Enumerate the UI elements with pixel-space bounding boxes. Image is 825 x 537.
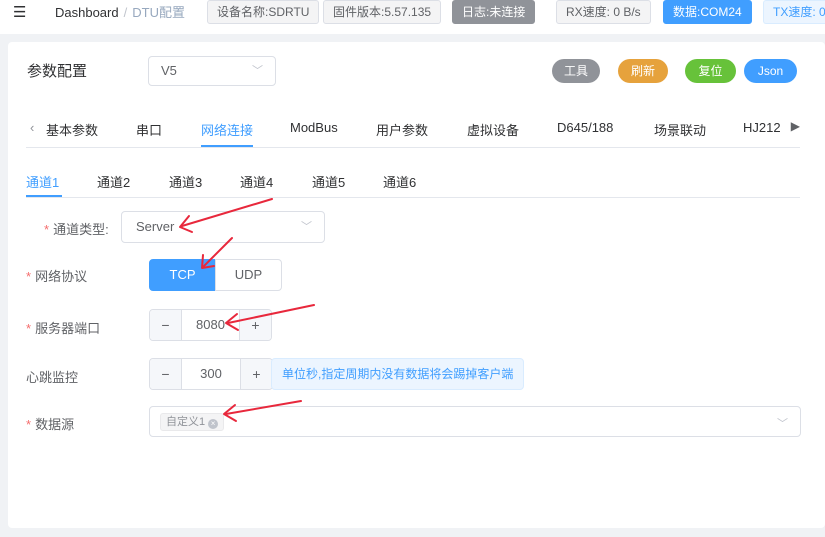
heartbeat-value[interactable]: 300 <box>182 359 240 389</box>
channel-type-value: Server <box>136 219 175 234</box>
firmware-version-tag: 固件版本:5.57.135 <box>323 0 442 24</box>
version-select[interactable]: V5 ﹀ <box>148 56 276 86</box>
top-bar: ☰ Dashboard / DTU配置 设备名称:SDRTU 固件版本:5.57.1… <box>0 0 825 34</box>
channel-type-label: * 通道类型: <box>44 222 109 237</box>
decrement-button[interactable]: − <box>150 359 182 389</box>
tab-hj212[interactable]: HJ212 <box>743 120 781 135</box>
refresh-button[interactable]: 刷新 <box>618 59 668 83</box>
increment-button[interactable]: + <box>240 359 272 389</box>
chevron-down-icon: ﹀ <box>777 418 788 430</box>
breadcrumb-current: DTU配置 <box>132 5 185 20</box>
server-port-value[interactable]: 8080 <box>182 310 239 340</box>
active-channel-indicator <box>26 195 62 197</box>
tab-serial[interactable]: 串口 <box>136 120 162 139</box>
heartbeat-hint: 单位秒,指定周期内没有数据将会踢掉客户端 <box>271 358 525 390</box>
tab-user-params[interactable]: 用户参数 <box>376 120 428 139</box>
tab-basic-params[interactable]: 基本参数 <box>46 120 98 139</box>
tab-virtual-device[interactable]: 虚拟设备 <box>467 120 519 139</box>
chevron-left-icon[interactable]: ‹ <box>30 120 34 135</box>
log-status-tag[interactable]: 日志:未连接 <box>452 0 536 24</box>
server-port-label: * 服务器端口 <box>26 321 101 336</box>
chevron-down-icon: ﹀ <box>301 221 312 233</box>
channel-type-select[interactable]: Server ﹀ <box>121 211 325 243</box>
data-port-tag[interactable]: 数据:COM24 <box>663 0 752 24</box>
tx-speed-tag: TX速度: 0 <box>763 0 825 24</box>
datasource-select[interactable]: 自定义1 × ﹀ <box>149 406 801 437</box>
json-button[interactable]: Json <box>744 59 797 83</box>
rx-speed-tag: RX速度: 0 B/s <box>556 0 651 24</box>
tab-channel-4[interactable]: 通道4 <box>240 172 273 191</box>
device-name-tag: 设备名称:SDRTU <box>207 0 320 24</box>
tools-button[interactable]: 工具 <box>552 59 600 83</box>
chevron-down-icon: ﹀ <box>252 65 263 77</box>
active-tab-indicator <box>201 145 253 147</box>
config-card: 参数配置 V5 ﹀ 工具 刷新 复位 Json ‹ 基本参数 串口 网络连接 M… <box>8 42 825 528</box>
increment-button[interactable]: + <box>239 310 271 340</box>
indent-icon[interactable]: ☰ <box>13 3 26 21</box>
decrement-button[interactable]: − <box>150 310 182 340</box>
datasource-label: * 数据源 <box>26 417 75 432</box>
protocol-label: * 网络协议 <box>26 269 88 284</box>
tab-channel-5[interactable]: 通道5 <box>312 172 345 191</box>
main-tabs: ‹ 基本参数 串口 网络连接 ModBus 用户参数 虚拟设备 D645/188… <box>26 112 800 148</box>
close-icon[interactable]: × <box>208 419 219 429</box>
protocol-tcp-option[interactable]: TCP <box>149 259 216 291</box>
breadcrumb-home[interactable]: Dashboard <box>55 5 119 20</box>
version-value: V5 <box>161 63 177 78</box>
tab-channel-3[interactable]: 通道3 <box>169 172 202 191</box>
datasource-tag: 自定义1 × <box>160 413 225 431</box>
channel-tabs: 通道1 通道2 通道3 通道4 通道5 通道6 <box>26 166 800 198</box>
heartbeat-stepper[interactable]: − 300 + <box>149 358 273 390</box>
tab-modbus[interactable]: ModBus <box>290 120 338 135</box>
tab-network[interactable]: 网络连接 <box>201 120 253 139</box>
tab-d645[interactable]: D645/188 <box>557 120 613 135</box>
reset-button[interactable]: 复位 <box>685 59 736 83</box>
tab-channel-2[interactable]: 通道2 <box>97 172 130 191</box>
tab-channel-6[interactable]: 通道6 <box>383 172 416 191</box>
tab-channel-1[interactable]: 通道1 <box>26 172 59 191</box>
tab-scene-linkage[interactable]: 场景联动 <box>654 120 706 139</box>
heartbeat-label: 心跳监控 <box>26 370 79 385</box>
breadcrumb: Dashboard / DTU配置 <box>55 5 185 20</box>
server-port-stepper[interactable]: − 8080 + <box>149 309 272 341</box>
caret-right-icon[interactable]: ▶ <box>791 119 800 133</box>
protocol-udp-option[interactable]: UDP <box>215 259 282 291</box>
card-title: 参数配置 <box>27 63 88 80</box>
